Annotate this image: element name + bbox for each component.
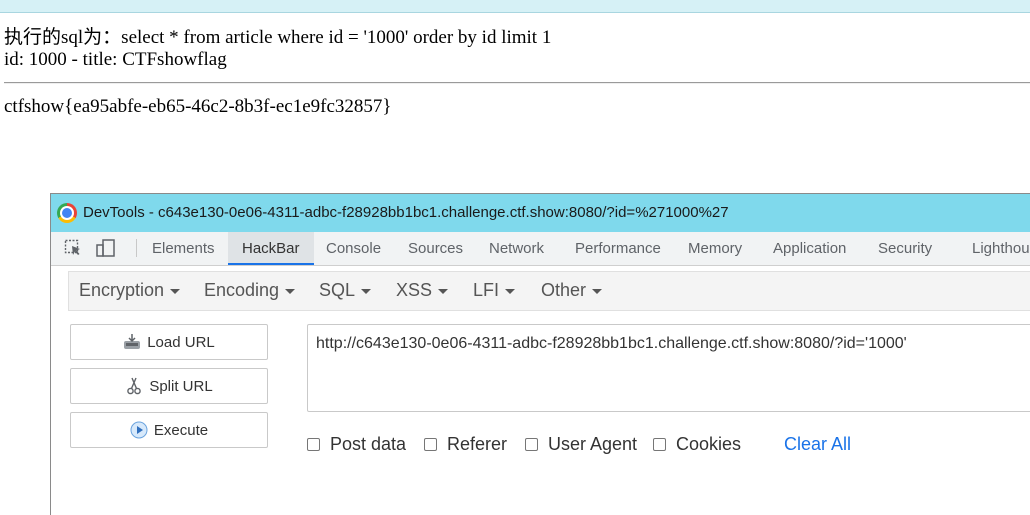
split-url-label: Split URL: [149, 377, 213, 395]
menu-encryption[interactable]: Encryption: [79, 280, 181, 301]
hackbar-menu-bar: Encryption Encoding SQL XSS LFI Other: [68, 271, 1030, 311]
cookies-label: Cookies: [676, 434, 742, 454]
scissors-icon: [125, 377, 143, 395]
post-data-label: Post data: [330, 434, 407, 454]
browser-top-strip: [0, 0, 1030, 13]
tab-elements[interactable]: Elements: [152, 232, 215, 265]
execute-button[interactable]: Execute: [70, 412, 268, 448]
user-agent-checkbox[interactable]: [525, 438, 538, 451]
url-value: http://c643e130-0e06-4311-adbc-f28928bb1…: [316, 335, 907, 352]
load-url-button[interactable]: Load URL: [70, 324, 268, 360]
chevron-down-icon: [505, 288, 516, 294]
tab-lighthouse[interactable]: Lighthouse: [972, 232, 1030, 265]
play-icon: [130, 421, 148, 439]
chrome-icon: [57, 203, 77, 223]
clear-all-link[interactable]: Clear All: [784, 434, 851, 455]
option-user-agent[interactable]: User Agent: [525, 434, 637, 455]
sql-query-text: 执行的sql为：select * from article where id =…: [4, 27, 552, 48]
menu-encoding-label: Encoding: [204, 280, 280, 300]
url-textarea[interactable]: http://c643e130-0e06-4311-adbc-f28928bb1…: [307, 324, 1030, 412]
menu-other-label: Other: [541, 280, 587, 300]
menu-sql[interactable]: SQL: [319, 280, 372, 301]
referer-checkbox[interactable]: [424, 438, 437, 451]
post-data-checkbox[interactable]: [307, 438, 320, 451]
menu-lfi-label: LFI: [473, 280, 500, 300]
menu-other[interactable]: Other: [541, 280, 603, 301]
menu-sql-label: SQL: [319, 280, 356, 300]
option-referer[interactable]: Referer: [424, 434, 507, 455]
referer-label: Referer: [447, 434, 508, 454]
flag-text: ctfshow{ea95abfe-eb65-46c2-8b3f-ec1e9fc3…: [4, 96, 392, 117]
menu-lfi[interactable]: LFI: [473, 280, 516, 301]
tab-hackbar[interactable]: HackBar: [228, 232, 314, 265]
menu-xss[interactable]: XSS: [396, 280, 449, 301]
devtools-title-bar[interactable]: DevTools - c643e130-0e06-4311-adbc-f2892…: [51, 194, 1030, 232]
tab-sources[interactable]: Sources: [408, 232, 463, 265]
chevron-down-icon: [285, 288, 296, 294]
menu-encoding[interactable]: Encoding: [204, 280, 296, 301]
split-url-button[interactable]: Split URL: [70, 368, 268, 404]
execute-label: Execute: [153, 421, 209, 439]
chevron-down-icon: [170, 288, 181, 294]
tab-network[interactable]: Network: [489, 232, 544, 265]
chevron-down-icon: [361, 288, 372, 294]
device-toolbar-icon[interactable]: [96, 239, 115, 257]
menu-xss-label: XSS: [396, 280, 433, 300]
tab-console[interactable]: Console: [326, 232, 381, 265]
chevron-down-icon: [438, 288, 449, 294]
tab-security[interactable]: Security: [878, 232, 932, 265]
tab-performance[interactable]: Performance: [575, 232, 661, 265]
devtools-title: DevTools - c643e130-0e06-4311-adbc-f2892…: [83, 204, 729, 221]
menu-encryption-label: Encryption: [79, 280, 165, 300]
tab-memory[interactable]: Memory: [688, 232, 742, 265]
query-result-text: id: 1000 - title: CTFshowflag: [4, 49, 227, 70]
inspect-element-icon[interactable]: [64, 239, 82, 257]
tab-application[interactable]: Application: [773, 232, 846, 265]
tab-separator: [136, 239, 137, 257]
option-cookies[interactable]: Cookies: [653, 434, 741, 455]
devtools-window: DevTools - c643e130-0e06-4311-adbc-f2892…: [50, 193, 1030, 515]
cookies-checkbox[interactable]: [653, 438, 666, 451]
chevron-down-icon: [592, 288, 603, 294]
option-post-data[interactable]: Post data: [307, 434, 406, 455]
divider: [4, 82, 1030, 84]
load-url-label: Load URL: [147, 333, 215, 351]
user-agent-label: User Agent: [548, 434, 638, 454]
load-url-icon: [123, 333, 141, 351]
devtools-tab-bar: Elements HackBar Console Sources Network…: [51, 232, 1030, 266]
